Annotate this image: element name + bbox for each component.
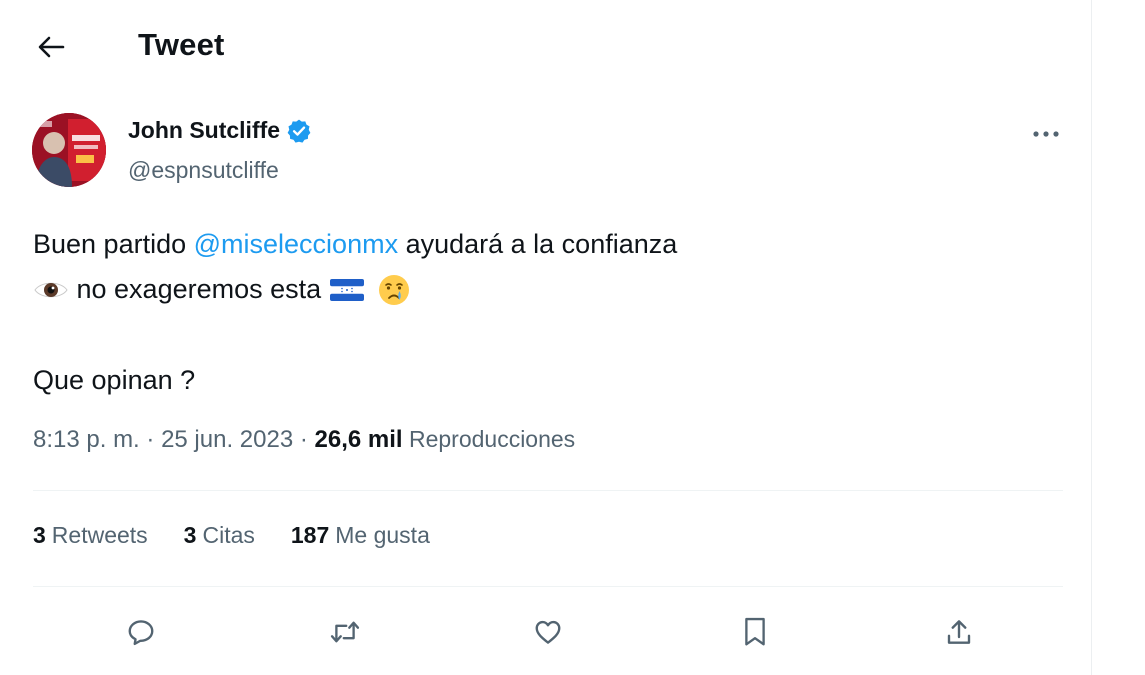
engagement-stats: 3 Retweets 3 Citas 187 Me gusta (33, 522, 466, 549)
name-row: John Sutcliffe (128, 117, 312, 144)
likes-label: Me gusta (335, 522, 430, 548)
share-icon (947, 620, 971, 644)
tweet-author: John Sutcliffe @espnsutcliffe (32, 113, 1072, 193)
tweet-text-segment: no exageremos esta (69, 274, 329, 304)
tweet-metadata: 8:13 p. m. · 25 jun. 2023 · 26,6 mil Rep… (33, 426, 575, 454)
page-title: Tweet (138, 27, 225, 62)
likes-stat[interactable]: 187 Me gusta (291, 522, 430, 549)
more-horizontal-icon (1033, 131, 1059, 137)
user-handle[interactable]: @espnsutcliffe (128, 157, 279, 184)
page-header: Tweet (0, 0, 1092, 92)
crying-face-icon (378, 274, 409, 305)
tweet-line-3: Que opinan ? (33, 365, 196, 395)
tweet-actions (33, 606, 1063, 658)
views-label: Reproducciones (402, 426, 576, 452)
tweet-text-segment: Buen partido (33, 229, 194, 259)
tweet-line-1: Buen partido @miseleccionmx ayudará a la… (33, 222, 1033, 267)
display-name[interactable]: John Sutcliffe (128, 117, 280, 144)
divider (33, 586, 1063, 587)
eye-emoji-icon (34, 282, 68, 297)
like-button[interactable] (522, 606, 574, 658)
verified-badge-icon (287, 119, 311, 143)
like-icon (535, 620, 561, 644)
quotes-label: Citas (202, 522, 255, 548)
retweet-button[interactable] (319, 606, 371, 658)
mention-link[interactable]: @miseleccionmx (194, 222, 398, 267)
more-options-button[interactable] (1028, 119, 1064, 149)
avatar[interactable] (32, 113, 106, 187)
tweet-line-2: no exageremos esta (33, 267, 1033, 312)
retweets-stat[interactable]: 3 Retweets (33, 522, 148, 549)
back-button[interactable] (30, 28, 72, 66)
tweet-text: Buen partido @miseleccionmx ayudará a la… (33, 222, 1033, 403)
honduras-flag-icon (329, 278, 364, 301)
views-count: 26,6 mil (314, 426, 403, 453)
quotes-count: 3 (183, 522, 197, 548)
avatar-image (32, 113, 106, 187)
share-button[interactable] (933, 606, 985, 658)
bookmark-icon (745, 617, 765, 646)
arrow-left-icon (38, 36, 65, 58)
reply-button[interactable] (115, 606, 167, 658)
bookmark-button[interactable] (729, 606, 781, 658)
tweet-time[interactable]: 8:13 p. m. (33, 426, 140, 454)
tweet-date[interactable]: 25 jun. 2023 (161, 426, 293, 454)
reply-icon (128, 620, 154, 646)
retweets-count: 3 (33, 522, 46, 548)
separator-dot: · (293, 426, 315, 453)
divider (33, 490, 1063, 491)
tweet-text-segment: ayudará a la confianza (398, 229, 678, 259)
retweet-icon (330, 621, 360, 643)
retweets-label: Retweets (51, 522, 148, 548)
separator-dot: · (139, 426, 162, 453)
quotes-stat[interactable]: 3 Citas (184, 522, 255, 549)
tweet-page: Tweet John Sutcliffe @espnsutcliffe Buen… (0, 0, 1092, 675)
likes-count: 187 (290, 522, 330, 548)
